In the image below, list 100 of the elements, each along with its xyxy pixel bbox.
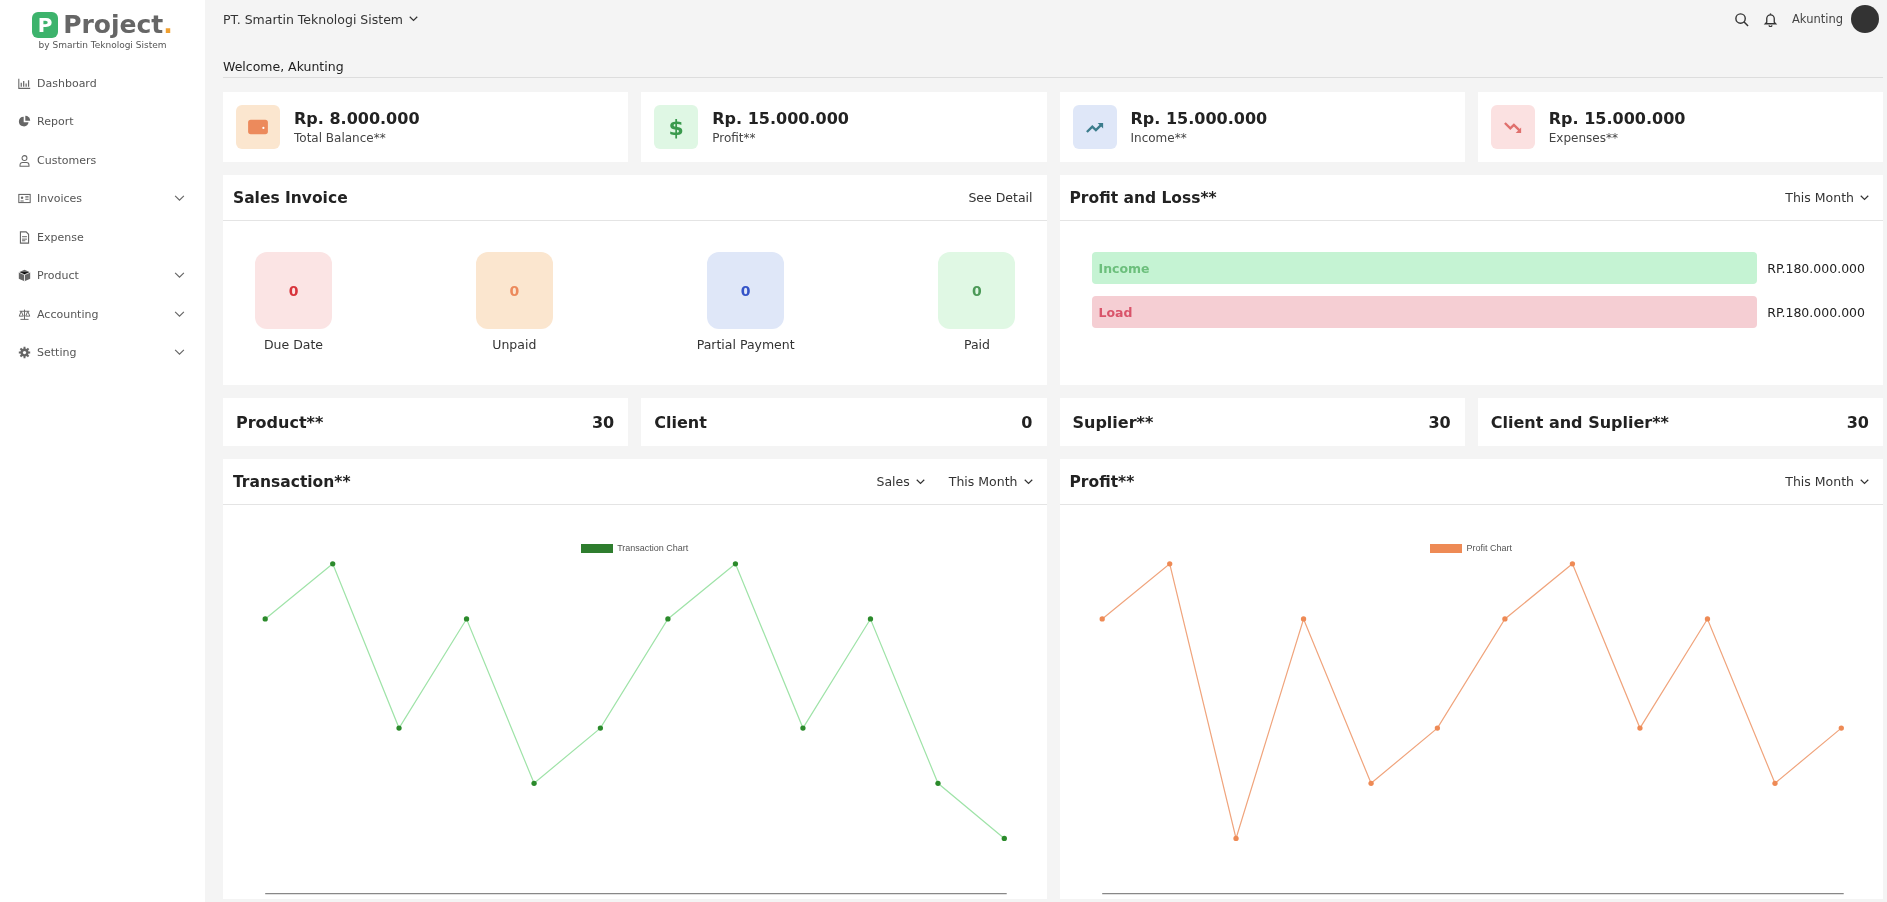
trend-up-icon [1072, 105, 1117, 149]
invoice-status-label: Unpaid [492, 337, 537, 352]
data-point [396, 725, 402, 731]
logo-icon: P [32, 11, 59, 38]
sidebar-item[interactable]: Setting [0, 333, 205, 372]
invoice-status-label: Partial Payment [696, 337, 795, 352]
sidebar-item[interactable]: Invoices [0, 179, 205, 218]
data-point [262, 616, 268, 622]
sidebar-item-label: Setting [37, 346, 78, 360]
user-icon [18, 153, 31, 167]
stat-value: Rp. 15.000.000 [1130, 109, 1268, 128]
invoice-status-label: Paid [963, 337, 990, 352]
document-icon [18, 230, 31, 244]
count-label: Client and Suplier** [1490, 412, 1669, 432]
bar-chart-icon [18, 76, 31, 90]
caret-icon [1860, 194, 1869, 201]
invoice-count[interactable]: 0 [707, 252, 785, 329]
sidebar-item[interactable]: Report [0, 102, 205, 141]
caret-icon [409, 16, 419, 22]
count-label: Suplier** [1072, 412, 1154, 432]
trend-down-icon [1490, 105, 1535, 149]
filter-dropdown[interactable]: This Month [1785, 474, 1869, 489]
filter-dropdown[interactable]: Sales [876, 474, 925, 489]
sidebar-item-label: Invoices [37, 192, 84, 206]
stat-value: Rp. 15.000.000 [712, 109, 849, 128]
invoice-count[interactable]: 0 [255, 252, 332, 329]
count-value: 30 [592, 412, 615, 432]
data-point [1838, 725, 1844, 731]
sidebar-item-label: Report [37, 115, 75, 129]
data-point [935, 780, 941, 786]
panel-title: Profit and Loss** [1069, 188, 1217, 207]
data-point [1771, 780, 1778, 786]
wallet-icon [236, 105, 280, 149]
amount-text: RP.180.000.000 [1766, 304, 1865, 320]
data-point [1434, 725, 1440, 731]
avatar[interactable] [1851, 5, 1879, 33]
gear-icon [18, 346, 31, 360]
data-point [1636, 725, 1643, 731]
welcome-text: Welcome, Akunting [223, 38, 1883, 78]
id-card-icon [18, 192, 31, 206]
data-point [1232, 835, 1239, 842]
sidebar-item-label: Product [37, 269, 80, 283]
caret-icon [1023, 478, 1033, 485]
data-point [800, 725, 806, 731]
data-point [867, 616, 874, 622]
stat-label: Income** [1130, 131, 1188, 145]
panel-title: Sales Invoice [233, 188, 348, 207]
sidebar-item-label: Accounting [37, 307, 100, 321]
sidebar-item[interactable]: Customers [0, 141, 205, 180]
legend-swatch [581, 543, 614, 553]
stat-label: Profit** [712, 131, 757, 145]
data-point [1704, 616, 1710, 622]
data-point [597, 725, 604, 731]
sidebar-item[interactable]: Product [0, 256, 205, 295]
scale-icon [18, 307, 31, 321]
sidebar-item-label: Customers [37, 153, 98, 167]
summary-bar: Income [1091, 252, 1757, 284]
data-point [732, 561, 739, 567]
user-name[interactable]: Akunting [1791, 12, 1843, 26]
count-label: Product** [236, 412, 324, 432]
caret-icon [1860, 478, 1869, 485]
data-point [1501, 616, 1508, 622]
see-detail-link[interactable]: See Detail [968, 190, 1033, 205]
summary-bar: Load [1091, 296, 1757, 328]
sidebar-item-label: Dashboard [37, 76, 98, 90]
panel-title: Transaction** [233, 472, 351, 491]
sidebar-item[interactable]: Accounting [0, 295, 205, 334]
data-point [531, 780, 537, 786]
brand-tagline: by Smartin Teknologi Sistem [38, 40, 167, 50]
period-dropdown[interactable]: This Month [1785, 190, 1869, 205]
count-value: 0 [1021, 412, 1033, 432]
sidebar-item[interactable]: Dashboard [0, 64, 205, 103]
data-point [1166, 561, 1172, 567]
company-selector[interactable]: PT. Smartin Teknologi Sistem [223, 11, 419, 27]
caret-icon [915, 478, 925, 485]
count-label: Client [654, 412, 707, 432]
sidebar-item[interactable]: Expense [0, 218, 205, 257]
data-point [1367, 780, 1374, 786]
data-point [1569, 561, 1575, 567]
data-point [665, 616, 671, 622]
data-point [463, 616, 470, 622]
filter-dropdown[interactable]: This Month [948, 474, 1033, 489]
invoice-status-label: Due Date [263, 337, 324, 352]
notification-bell-icon[interactable] [1762, 11, 1778, 27]
count-value: 30 [1428, 412, 1451, 432]
data-point [1001, 835, 1007, 842]
dollar-icon: $ [654, 105, 699, 149]
box-icon [18, 269, 31, 283]
data-point [330, 561, 336, 567]
data-point [1300, 616, 1306, 622]
search-icon[interactable] [1733, 11, 1749, 27]
stat-value: Rp. 15.000.000 [1548, 109, 1686, 128]
stat-label: Expenses** [1548, 131, 1619, 145]
stat-label: Total Balance** [294, 131, 387, 145]
panel-title: Profit** [1069, 472, 1135, 491]
legend-swatch [1430, 543, 1463, 553]
legend-label: Transaction Chart [617, 543, 689, 553]
data-point [1099, 616, 1105, 622]
pie-chart-icon [18, 115, 31, 129]
stat-value: Rp. 8.000.000 [294, 109, 420, 128]
